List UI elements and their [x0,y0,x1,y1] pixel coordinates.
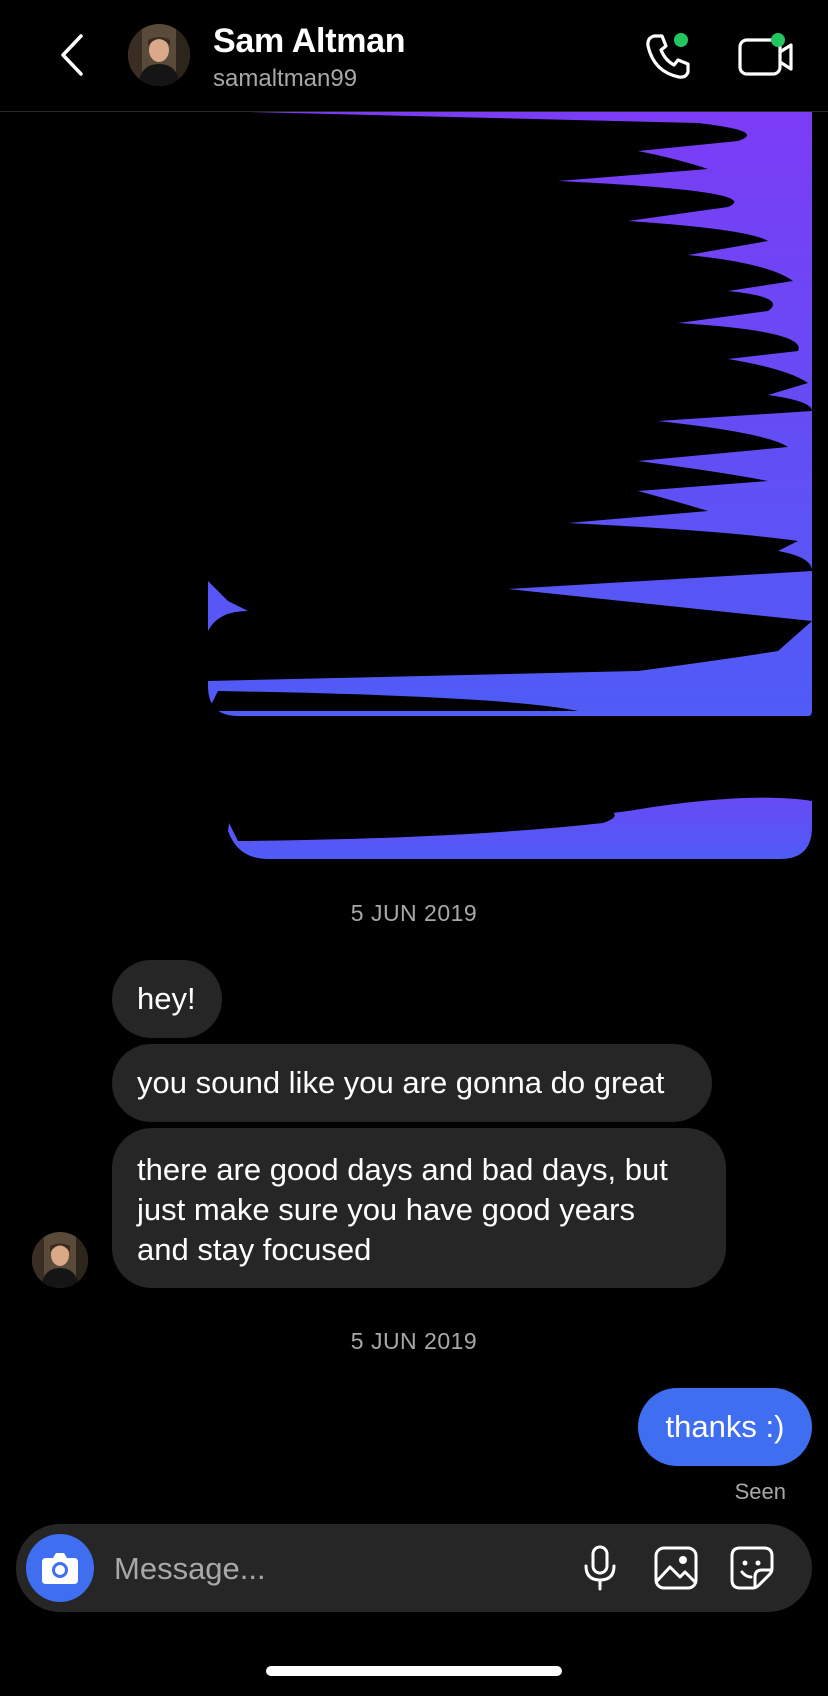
voice-call-button[interactable] [640,28,696,84]
incoming-message[interactable]: hey! [112,960,222,1038]
message-text-line: and stay focused [137,1232,372,1267]
microphone-button[interactable] [574,1542,626,1594]
incoming-message[interactable]: you sound like you are gonna do great [112,1044,712,1122]
chat-header: Sam Altman samaltman99 [0,0,828,112]
home-indicator[interactable] [266,1666,562,1676]
message-text: hey! [137,981,196,1016]
incoming-message[interactable]: there are good days and bad days, but ju… [112,1128,726,1288]
sender-avatar[interactable] [32,1232,88,1288]
contact-avatar[interactable] [128,24,190,86]
camera-button[interactable] [26,1534,94,1602]
phone-icon [646,33,690,79]
video-camera-icon [738,33,793,76]
outgoing-message[interactable]: thanks :) [638,1388,812,1466]
microphone-icon [584,1545,616,1591]
gallery-icon [654,1546,698,1590]
date-separator: 5 JUN 2019 [350,900,478,926]
date-separator: 5 JUN 2019 [350,1328,478,1354]
message-text-line: just make sure you have good years [137,1192,635,1227]
message-text: thanks :) [665,1409,785,1444]
contact-name[interactable]: Sam Altman [213,22,406,61]
seen-status: Seen [734,1479,786,1504]
camera-icon [42,1553,78,1584]
message-input[interactable] [112,1544,556,1594]
message-text-line: there are good days and bad days, but [137,1152,668,1187]
back-chevron-icon [61,34,83,76]
contact-username: samaltman99 [213,65,358,92]
gallery-button[interactable] [650,1542,702,1594]
sticker-button[interactable] [726,1542,778,1594]
redacted-shared-message[interactable] [208,111,812,861]
video-call-button[interactable] [736,28,798,84]
back-button[interactable] [52,30,92,80]
message-composer [16,1524,812,1612]
message-text: you sound like you are gonna do great [137,1065,665,1100]
sticker-icon [730,1546,774,1590]
